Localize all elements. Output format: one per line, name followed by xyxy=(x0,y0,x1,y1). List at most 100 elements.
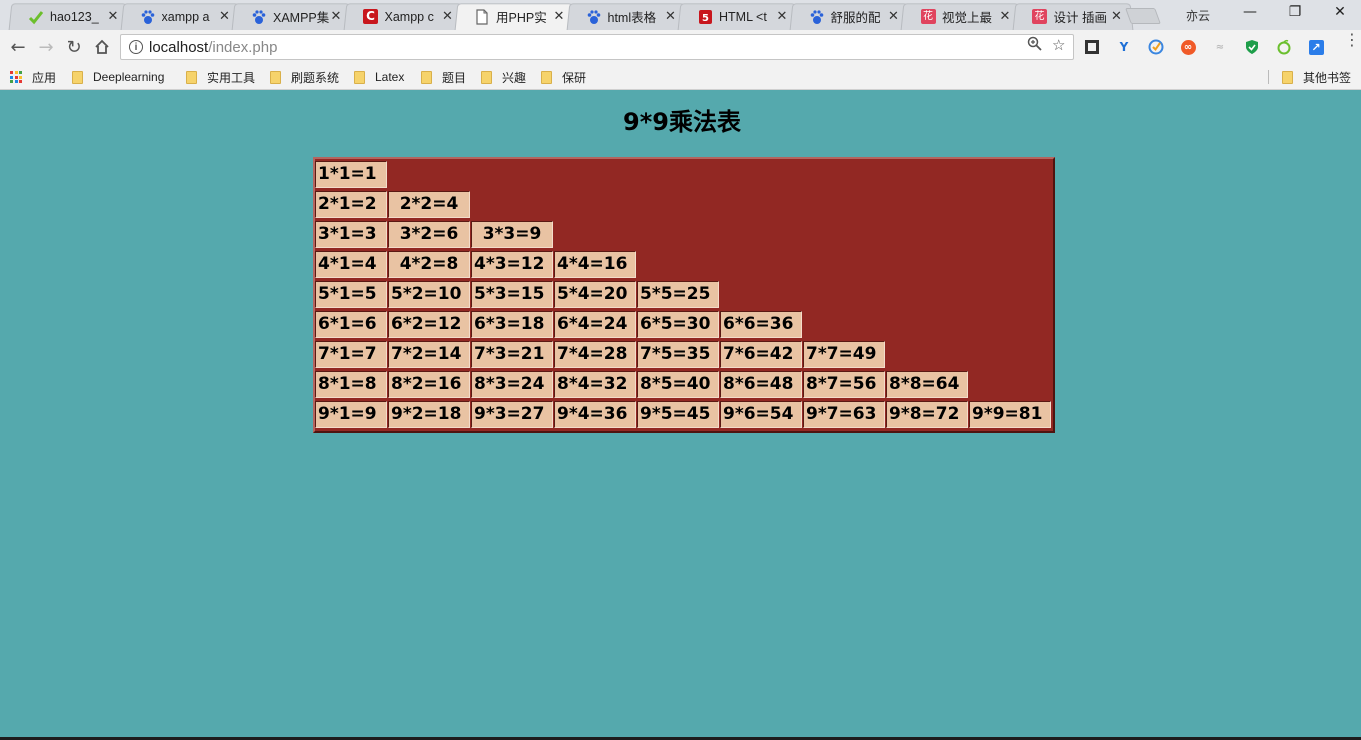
close-icon[interactable]: ✕ xyxy=(552,9,566,24)
close-icon[interactable]: ✕ xyxy=(106,9,120,24)
menu-icon[interactable]: ⋮ xyxy=(1344,32,1360,48)
bookmark-label: 刷题系统 xyxy=(291,70,340,85)
table-cell: 9*9=81 xyxy=(969,401,1051,428)
bookmark-label: Deeplearning xyxy=(93,70,165,84)
extension-infinity-icon[interactable]: ∞ xyxy=(1179,38,1197,56)
tab-3[interactable]: C Xampp c ✕ xyxy=(343,3,464,31)
tab-9[interactable]: 花设计 插画 ✕ xyxy=(1012,3,1133,31)
table-cell: 8*4=32 xyxy=(554,371,636,398)
table-cell: 3*3=9 xyxy=(471,221,553,248)
bookmark-apps[interactable]: 应用 xyxy=(10,69,56,85)
table-cell: 7*1=7 xyxy=(315,341,387,368)
tab-title: xampp a xyxy=(161,9,210,24)
bookmarks-separator xyxy=(1268,70,1269,84)
close-icon[interactable]: ✕ xyxy=(329,9,343,24)
baidu-paw-icon xyxy=(586,9,602,25)
bookmark-interest[interactable]: 兴趣 xyxy=(481,69,526,85)
tab-0[interactable]: hao123_ ✕ xyxy=(8,3,130,31)
tab-title: 设计 插画 xyxy=(1053,11,1107,25)
extension-arrow-icon[interactable]: ↗ xyxy=(1307,38,1325,56)
bookmark-label: 题目 xyxy=(442,70,467,85)
tab-1[interactable]: xampp a ✕ xyxy=(120,3,241,31)
address-path: /index.php xyxy=(208,38,278,56)
bookmark-star-icon[interactable]: ☆ xyxy=(1052,36,1065,54)
window-close-button[interactable]: ✕ xyxy=(1320,4,1360,20)
table-cell: 5*3=15 xyxy=(471,281,553,308)
bookmark-other[interactable]: 其他书签 xyxy=(1282,69,1351,85)
new-tab-button[interactable] xyxy=(1125,8,1161,24)
tab-5[interactable]: html表格 ✕ xyxy=(566,3,687,31)
zoom-icon[interactable] xyxy=(1027,36,1042,55)
site-info-icon[interactable]: i xyxy=(129,40,143,54)
tab-title: 视觉上最 xyxy=(942,11,993,25)
close-icon[interactable]: ✕ xyxy=(1110,9,1124,24)
table-cell: 8*3=24 xyxy=(471,371,553,398)
folder-icon xyxy=(421,70,432,84)
tab-2[interactable]: XAMPP集 ✕ xyxy=(231,3,353,31)
table-cell: 4*4=16 xyxy=(554,251,636,278)
extension-square-icon[interactable] xyxy=(1083,38,1101,56)
back-icon[interactable]: ← xyxy=(6,35,30,59)
folder-icon xyxy=(72,70,83,84)
tab-title: html表格 xyxy=(607,11,657,25)
close-icon[interactable]: ✕ xyxy=(887,9,901,24)
folder-icon xyxy=(270,70,281,84)
extension-apple-icon[interactable] xyxy=(1275,38,1293,56)
tab-title: XAMPP集 xyxy=(273,11,329,25)
bookmark-label: 保研 xyxy=(562,70,587,85)
extension-shield-icon[interactable] xyxy=(1243,38,1261,56)
table-cell: 7*6=42 xyxy=(720,341,802,368)
table-cell: 6*3=18 xyxy=(471,311,553,338)
table-cell: 8*7=56 xyxy=(803,371,885,398)
table-cell: 3*1=3 xyxy=(315,221,387,248)
restore-button[interactable]: ❐ xyxy=(1275,4,1315,20)
page-icon xyxy=(474,8,490,25)
c-logo-icon: C xyxy=(363,9,379,25)
table-cell: 4*1=4 xyxy=(315,251,387,278)
bookmark-latex[interactable]: Latex xyxy=(354,69,404,85)
extension-y-icon[interactable]: Y xyxy=(1115,38,1133,56)
table-cell: 9*5=45 xyxy=(637,401,719,428)
reload-icon[interactable]: ↻ xyxy=(62,35,86,59)
close-icon[interactable]: ✕ xyxy=(441,9,455,24)
bookmark-problems[interactable]: 题目 xyxy=(421,69,466,85)
svg-text:5: 5 xyxy=(702,13,709,24)
table-cell: 5*4=20 xyxy=(554,281,636,308)
table-cell: 8*2=16 xyxy=(388,371,470,398)
close-icon[interactable]: ✕ xyxy=(775,9,789,24)
extension-check-icon[interactable] xyxy=(1147,38,1165,56)
profile-name[interactable]: 亦云 xyxy=(1186,7,1210,24)
table-cell: 6*6=36 xyxy=(720,311,802,338)
table-cell: 7*5=35 xyxy=(637,341,719,368)
extension-wave-icon[interactable]: ≈ xyxy=(1211,38,1229,56)
tab-6[interactable]: 5 HTML <t ✕ xyxy=(677,3,799,31)
minimize-button[interactable]: — xyxy=(1230,4,1270,20)
home-icon[interactable] xyxy=(90,35,114,59)
tab-title: 舒服的配 xyxy=(830,11,881,25)
bookmark-label: 实用工具 xyxy=(207,70,256,85)
table-cell: 8*8=64 xyxy=(886,371,968,398)
tab-7[interactable]: 舒服的配 ✕ xyxy=(789,3,910,31)
tab-4[interactable]: 用PHP实 ✕ xyxy=(454,3,576,31)
multiplication-table: 1*1=1 2*1=2 2*2=4 3*1=3 3*2=6 3*3=9 4*1=4 4*2=8… xyxy=(313,157,1055,433)
tab-8[interactable]: 花视觉上最 ✕ xyxy=(900,3,1022,31)
close-icon[interactable]: ✕ xyxy=(218,9,232,24)
table-cell: 6*2=12 xyxy=(388,311,470,338)
table-cell: 9*2=18 xyxy=(388,401,470,428)
html-shield-icon: 5 xyxy=(697,9,713,25)
table-cell: 9*7=63 xyxy=(803,401,885,428)
folder-icon xyxy=(541,70,552,84)
table-cell: 2*1=2 xyxy=(315,191,387,218)
forward-icon[interactable]: → xyxy=(34,35,58,59)
folder-icon xyxy=(1282,70,1293,84)
close-icon[interactable]: ✕ xyxy=(998,9,1012,24)
bookmark-postgrad[interactable]: 保研 xyxy=(541,69,586,85)
tab-title: HTML <t xyxy=(719,9,767,24)
bookmark-deeplearning[interactable]: Deeplearning xyxy=(72,69,164,85)
bookmark-practice[interactable]: 刷题系统 xyxy=(270,69,339,85)
bookmark-tools[interactable]: 实用工具 xyxy=(186,69,255,85)
close-icon[interactable]: ✕ xyxy=(664,9,678,24)
tab-title: Xampp c xyxy=(384,9,434,24)
address-bar[interactable]: i localhost/index.php xyxy=(120,34,1074,60)
bookmarks-bar: 应用 Deeplearning 实用工具 刷题系统 Latex 题目 兴趣 保研… xyxy=(0,64,1361,90)
